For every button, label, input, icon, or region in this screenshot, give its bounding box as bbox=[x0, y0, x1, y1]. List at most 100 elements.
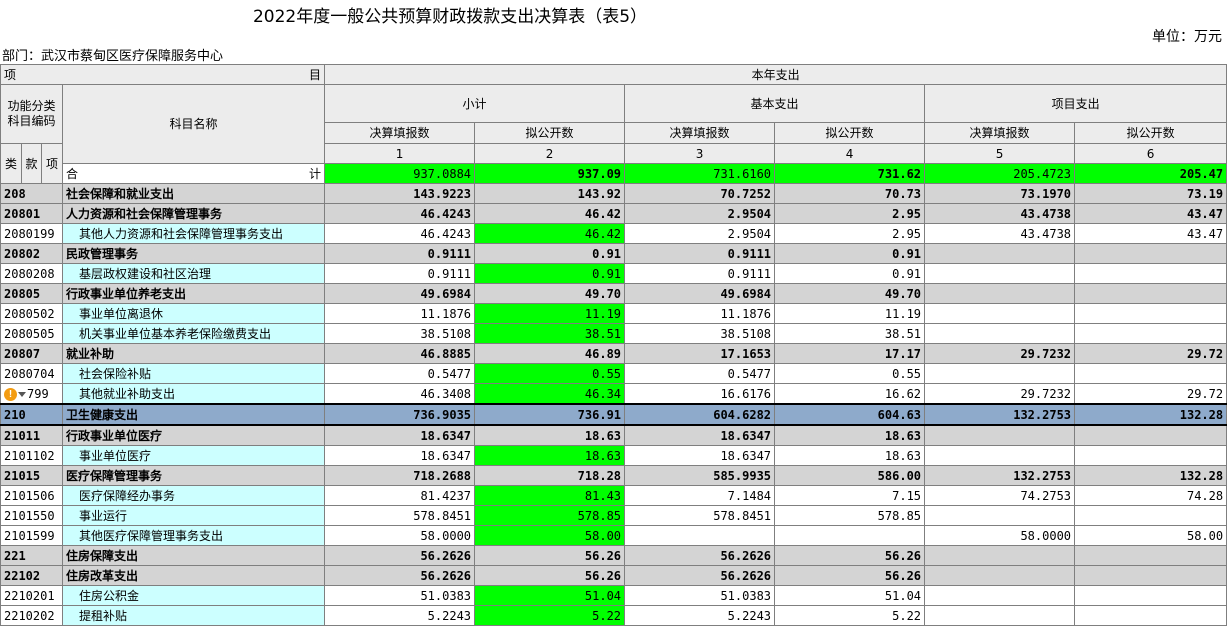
row-value-4[interactable]: 18.63 bbox=[774, 424, 926, 446]
col-num-2[interactable]: 2 bbox=[474, 143, 626, 164]
row-value-6[interactable] bbox=[1074, 363, 1228, 384]
row-value-5[interactable]: 58.0000 bbox=[924, 525, 1076, 546]
row-value-6[interactable]: 29.72 bbox=[1074, 383, 1228, 405]
total-value-3[interactable]: 731.6160 bbox=[624, 163, 776, 184]
row-value-6[interactable] bbox=[1074, 445, 1228, 466]
row-value-2[interactable]: 11.19 bbox=[474, 303, 626, 324]
total-value-2[interactable]: 937.09 bbox=[474, 163, 626, 184]
row-value-4[interactable]: 586.00 bbox=[774, 465, 926, 486]
row-name[interactable]: 事业单位离退休 bbox=[61, 303, 326, 324]
row-name[interactable]: 行政事业单位医疗 bbox=[61, 424, 326, 446]
row-value-4[interactable]: 51.04 bbox=[774, 585, 926, 606]
row-value-2[interactable]: 18.63 bbox=[474, 445, 626, 466]
row-value-5[interactable]: 73.1970 bbox=[924, 183, 1076, 204]
row-value-2[interactable]: 56.26 bbox=[474, 565, 626, 586]
row-code[interactable]: 221 bbox=[0, 545, 63, 566]
header-xiang2[interactable]: 项 bbox=[41, 143, 63, 184]
row-code[interactable]: 2080208 bbox=[0, 263, 63, 284]
row-value-4[interactable]: 56.26 bbox=[774, 545, 926, 566]
row-name[interactable]: 医疗保障管理事务 bbox=[61, 465, 326, 486]
row-value-4[interactable]: 11.19 bbox=[774, 303, 926, 324]
row-name[interactable]: 住房改革支出 bbox=[61, 565, 326, 586]
row-name[interactable]: 事业运行 bbox=[61, 505, 326, 526]
row-value-5[interactable] bbox=[924, 445, 1076, 466]
row-name[interactable]: 社会保障和就业支出 bbox=[61, 183, 326, 204]
row-value-6[interactable] bbox=[1074, 283, 1228, 304]
row-value-4[interactable]: 604.63 bbox=[774, 403, 926, 426]
row-code[interactable]: 21011 bbox=[0, 424, 63, 446]
row-code[interactable]: 20807 bbox=[0, 343, 63, 364]
row-code[interactable]: 22102 bbox=[0, 565, 63, 586]
row-value-3[interactable]: 56.2626 bbox=[624, 545, 776, 566]
row-value-3[interactable]: 604.6282 bbox=[624, 403, 776, 426]
total-label[interactable]: 合 计 bbox=[61, 163, 326, 184]
row-code[interactable]: 2080502 bbox=[0, 303, 63, 324]
row-value-4[interactable]: 0.91 bbox=[774, 263, 926, 284]
header-function-code[interactable]: 功能分类 科目编码 bbox=[0, 84, 63, 144]
row-value-4[interactable]: 2.95 bbox=[774, 203, 926, 224]
row-name[interactable]: 基层政权建设和社区治理 bbox=[61, 263, 326, 284]
row-value-3[interactable]: 0.9111 bbox=[624, 263, 776, 284]
row-value-5[interactable]: 43.4738 bbox=[924, 223, 1076, 244]
row-name[interactable]: 就业补助 bbox=[61, 343, 326, 364]
row-value-5[interactable] bbox=[924, 585, 1076, 606]
row-value-6[interactable]: 74.28 bbox=[1074, 485, 1228, 506]
row-value-2[interactable]: 56.26 bbox=[474, 545, 626, 566]
row-value-6[interactable] bbox=[1074, 505, 1228, 526]
row-value-5[interactable]: 29.7232 bbox=[924, 343, 1076, 364]
col-num-4[interactable]: 4 bbox=[774, 143, 926, 164]
row-value-5[interactable] bbox=[924, 565, 1076, 586]
row-value-6[interactable] bbox=[1074, 323, 1228, 344]
row-value-6[interactable]: 29.72 bbox=[1074, 343, 1228, 364]
row-value-2[interactable]: 46.42 bbox=[474, 203, 626, 224]
row-name[interactable]: 其他就业补助支出 bbox=[61, 383, 326, 405]
row-value-1[interactable]: 0.9111 bbox=[324, 243, 476, 264]
row-name[interactable]: 住房保障支出 bbox=[61, 545, 326, 566]
row-value-5[interactable]: 132.2753 bbox=[924, 403, 1076, 426]
row-value-4[interactable]: 70.73 bbox=[774, 183, 926, 204]
row-value-6[interactable] bbox=[1074, 303, 1228, 324]
row-name[interactable]: 机关事业单位基本养老保险缴费支出 bbox=[61, 323, 326, 344]
row-value-1[interactable]: 46.8885 bbox=[324, 343, 476, 364]
header-kuan[interactable]: 款 bbox=[21, 143, 42, 184]
row-value-1[interactable]: 49.6984 bbox=[324, 283, 476, 304]
row-value-1[interactable]: 143.9223 bbox=[324, 183, 476, 204]
row-code[interactable]: 2080505 bbox=[0, 323, 63, 344]
row-value-3[interactable]: 2.9504 bbox=[624, 203, 776, 224]
row-name[interactable]: 事业单位医疗 bbox=[61, 445, 326, 466]
row-value-3[interactable]: 70.7252 bbox=[624, 183, 776, 204]
row-name[interactable]: 其他人力资源和社会保障管理事务支出 bbox=[61, 223, 326, 244]
row-code[interactable]: 2210201 bbox=[0, 585, 63, 606]
total-value-6[interactable]: 205.47 bbox=[1074, 163, 1228, 184]
row-value-1[interactable]: 18.6347 bbox=[324, 424, 476, 446]
row-value-1[interactable]: 578.8451 bbox=[324, 505, 476, 526]
row-value-5[interactable] bbox=[924, 323, 1076, 344]
row-value-5[interactable] bbox=[924, 263, 1076, 284]
row-value-2[interactable]: 0.91 bbox=[474, 263, 626, 284]
row-value-1[interactable]: 18.6347 bbox=[324, 445, 476, 466]
row-value-4[interactable]: 7.15 bbox=[774, 485, 926, 506]
row-value-2[interactable]: 718.28 bbox=[474, 465, 626, 486]
row-value-3[interactable]: 0.5477 bbox=[624, 363, 776, 384]
row-value-1[interactable]: 58.0000 bbox=[324, 525, 476, 546]
warning-icon[interactable]: ! bbox=[4, 387, 17, 401]
row-value-1[interactable]: 38.5108 bbox=[324, 323, 476, 344]
row-value-3[interactable]: 5.2243 bbox=[624, 605, 776, 626]
header-lei[interactable]: 类 bbox=[0, 143, 22, 184]
row-value-6[interactable]: 132.28 bbox=[1074, 403, 1228, 426]
row-value-3[interactable]: 585.9935 bbox=[624, 465, 776, 486]
total-value-5[interactable]: 205.4723 bbox=[924, 163, 1076, 184]
header-ngk-2[interactable]: 拟公开数 bbox=[774, 122, 926, 144]
row-value-2[interactable]: 49.70 bbox=[474, 283, 626, 304]
row-value-1[interactable]: 736.9035 bbox=[324, 403, 476, 426]
row-value-4[interactable]: 2.95 bbox=[774, 223, 926, 244]
row-value-3[interactable]: 49.6984 bbox=[624, 283, 776, 304]
row-value-5[interactable] bbox=[924, 545, 1076, 566]
row-value-4[interactable]: 38.51 bbox=[774, 323, 926, 344]
row-value-6[interactable]: 43.47 bbox=[1074, 203, 1228, 224]
row-value-5[interactable] bbox=[924, 424, 1076, 446]
row-value-5[interactable]: 132.2753 bbox=[924, 465, 1076, 486]
row-value-5[interactable]: 74.2753 bbox=[924, 485, 1076, 506]
row-value-2[interactable]: 81.43 bbox=[474, 485, 626, 506]
row-code[interactable]: 20805 bbox=[0, 283, 63, 304]
